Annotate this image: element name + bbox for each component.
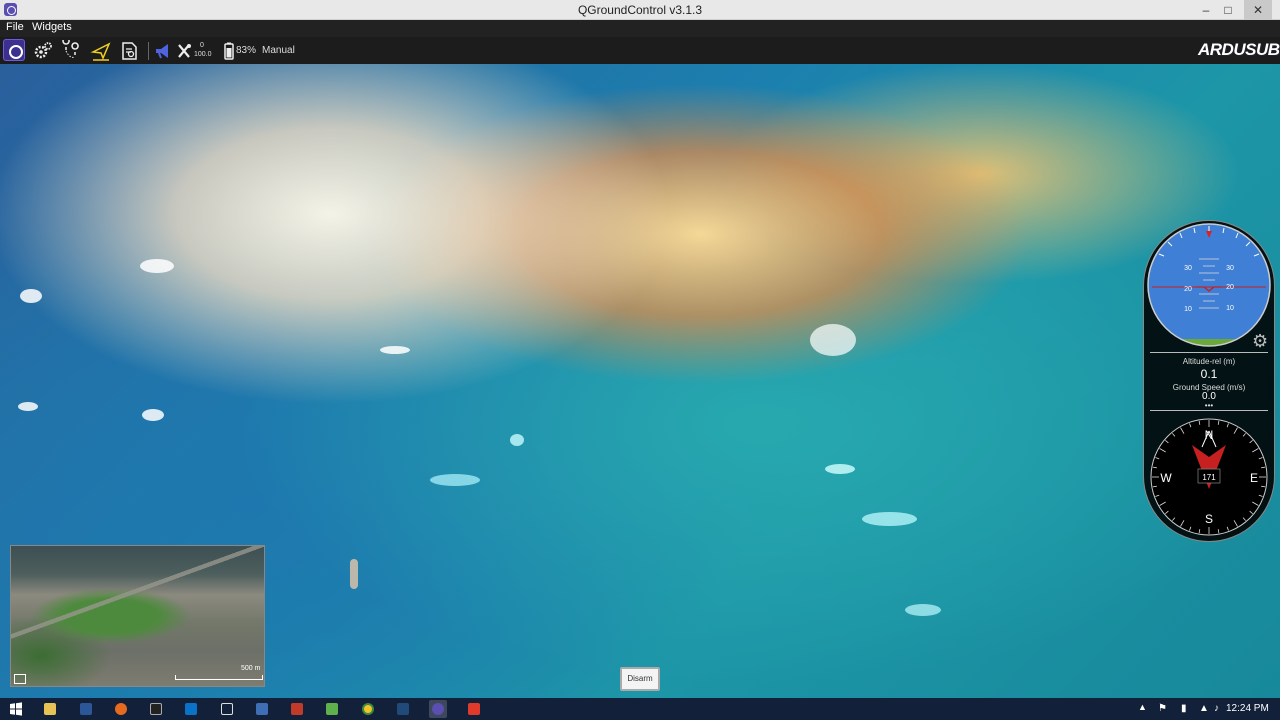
panel-divider bbox=[1150, 410, 1268, 411]
analyze-document-icon[interactable] bbox=[119, 40, 141, 62]
taskbar-clock[interactable]: 12:24 PM bbox=[1226, 703, 1269, 714]
pitch-label: 20 bbox=[1184, 286, 1192, 293]
tablet-icon[interactable] bbox=[218, 700, 236, 718]
instrument-settings-gear-icon[interactable]: ⚙ bbox=[1252, 331, 1268, 352]
maximize-button[interactable]: □ bbox=[1214, 0, 1242, 20]
menu-file[interactable]: File bbox=[6, 21, 24, 33]
water-glint bbox=[510, 434, 524, 446]
action-center-flag-icon[interactable]: ⚑ bbox=[1158, 703, 1167, 714]
battery-tray-icon[interactable]: ▮ bbox=[1181, 703, 1187, 714]
pitch-label: 30 bbox=[1184, 265, 1192, 272]
compass-rose: N E S W 171 bbox=[1150, 418, 1268, 536]
tray-overflow-chevron-icon[interactable]: ▲ bbox=[1138, 702, 1147, 712]
map-scale-bar bbox=[175, 675, 263, 680]
water-glint bbox=[350, 559, 358, 589]
photoshop-icon[interactable] bbox=[394, 700, 412, 718]
qgc-window: QGroundControl v3.1.3 – □ ✕ File Widgets… bbox=[0, 0, 1280, 720]
title-bar: QGroundControl v3.1.3 – □ ✕ bbox=[0, 0, 1280, 20]
disarm-button[interactable]: Disarm bbox=[620, 667, 660, 691]
messages-megaphone-icon[interactable] bbox=[153, 40, 175, 62]
map-video-switch-icon[interactable] bbox=[14, 674, 26, 684]
putty-icon[interactable] bbox=[253, 700, 271, 718]
menu-widgets[interactable]: Widgets bbox=[32, 21, 72, 33]
pitch-label: 30 bbox=[1226, 265, 1234, 272]
water-glint bbox=[142, 409, 164, 421]
firefox-icon[interactable] bbox=[112, 700, 130, 718]
compass-heading-value: 171 bbox=[1202, 473, 1216, 482]
pitch-label: 10 bbox=[1226, 305, 1234, 312]
pitch-label: 10 bbox=[1184, 306, 1192, 313]
rc-rssi-bottom-value: 100.0 bbox=[194, 51, 212, 58]
pitch-label: 20 bbox=[1226, 284, 1234, 291]
water-glint bbox=[825, 464, 855, 474]
compass-west-label: W bbox=[1160, 471, 1172, 485]
close-button[interactable]: ✕ bbox=[1244, 0, 1272, 20]
instrument-panel: 30 30 20 20 10 10 N E S W 171 Altitude-r… bbox=[1143, 220, 1275, 542]
water-glint bbox=[810, 324, 856, 356]
fly-view-paper-plane-icon[interactable] bbox=[90, 40, 112, 62]
qgroundcontrol-taskbar-icon[interactable] bbox=[429, 700, 447, 718]
outlook-icon[interactable] bbox=[182, 700, 200, 718]
water-glint bbox=[905, 604, 941, 616]
volume-icon[interactable]: ♪ bbox=[1214, 703, 1219, 714]
compass-north-label: N bbox=[1205, 428, 1214, 442]
altitude-value: 0.1 bbox=[1200, 367, 1218, 381]
start-windows-icon[interactable] bbox=[7, 700, 25, 718]
chrome-icon[interactable] bbox=[359, 700, 377, 718]
qgc-home-icon[interactable] bbox=[3, 39, 25, 61]
water-glint bbox=[862, 512, 917, 526]
window-title: QGroundControl v3.1.3 bbox=[577, 3, 703, 17]
plan-waypoint-icon[interactable] bbox=[61, 37, 83, 62]
ardusub-logo: ARDUSUB bbox=[1198, 40, 1280, 59]
mini-map[interactable]: 500 m bbox=[10, 545, 265, 687]
compass-east-label: E bbox=[1250, 471, 1258, 485]
terminal-icon[interactable] bbox=[147, 700, 165, 718]
water-glint bbox=[140, 259, 174, 273]
rc-rssi-top-value: 0 bbox=[200, 42, 204, 49]
menu-bar: File Widgets bbox=[0, 20, 1280, 37]
map-scale-label: 500 m bbox=[241, 665, 261, 672]
file-explorer-folder-icon[interactable] bbox=[41, 700, 59, 718]
altitude-label: Altitude-rel (m) bbox=[1182, 357, 1236, 366]
acrobat-icon[interactable] bbox=[288, 700, 306, 718]
main-toolbar: 0 100.0 83% Manual ARDUSUB bbox=[0, 37, 1280, 64]
spreadsheet-icon[interactable] bbox=[323, 700, 341, 718]
water-glint bbox=[18, 402, 38, 411]
more-values-ellipsis-icon[interactable]: ••• bbox=[1144, 401, 1274, 410]
water-glint bbox=[380, 346, 410, 354]
panel-divider bbox=[1150, 352, 1268, 353]
red-app-icon[interactable] bbox=[465, 700, 483, 718]
water-glint bbox=[430, 474, 480, 486]
flight-mode-selector[interactable]: Manual bbox=[262, 45, 295, 56]
network-signal-icon[interactable]: ▲ bbox=[1199, 703, 1209, 714]
toolbar-separator bbox=[148, 42, 149, 60]
water-glint bbox=[20, 289, 42, 303]
battery-percent: 83% bbox=[236, 45, 257, 56]
windows-taskbar: ▲ ⚑ ▮ ▲ ♪ 12:24 PM bbox=[0, 698, 1280, 720]
word-icon[interactable] bbox=[77, 700, 95, 718]
compass-south-label: S bbox=[1205, 512, 1213, 526]
vehicle-setup-gear-icon[interactable] bbox=[32, 40, 54, 62]
